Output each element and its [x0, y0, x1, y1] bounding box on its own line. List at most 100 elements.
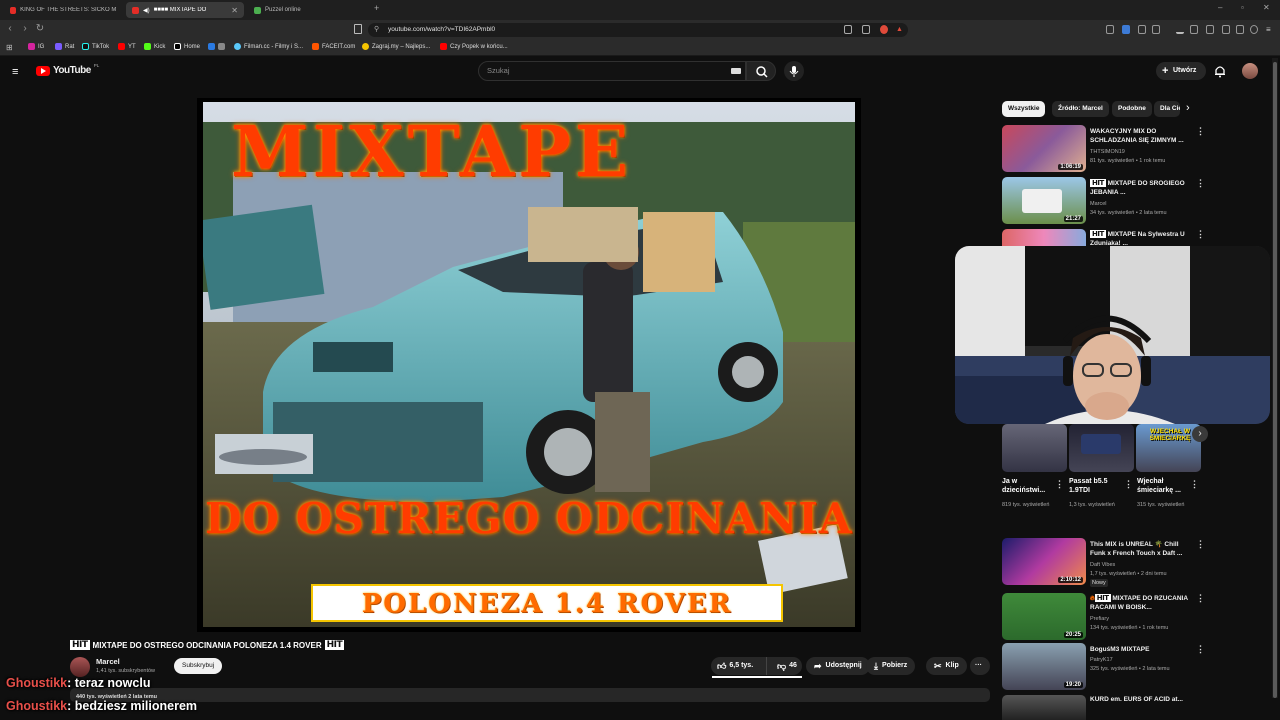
chip-all[interactable]: Wszystkie — [1002, 101, 1046, 117]
more-vert-icon[interactable]: ⋮ — [1196, 593, 1205, 604]
bookmark-icon[interactable] — [354, 24, 362, 34]
channel-name[interactable]: Marcel — [96, 657, 120, 666]
subscribe-button[interactable]: Subskrybuj — [174, 658, 223, 674]
channel-avatar[interactable] — [70, 657, 90, 677]
short-title[interactable]: Ja w dzieciństwi... — [1002, 477, 1054, 495]
shorts-next-button[interactable]: › — [1192, 426, 1208, 442]
notifications-bell-icon[interactable] — [1214, 64, 1226, 78]
address-bar[interactable]: ⚲ youtube.com/watch?v=TDI62APmbl0 — [368, 23, 908, 37]
short-title[interactable]: Wjechał śmieciarkę ... — [1137, 477, 1189, 495]
youtube-logo[interactable]: YouTube PL — [36, 63, 99, 76]
chevron-right-icon[interactable]: › — [1186, 102, 1190, 114]
browser-tab-active[interactable]: ◀) ■■■■ MIXTAPE DO ✕ — [126, 2, 244, 18]
download-button[interactable]: ⤓ Pobierz — [866, 657, 916, 675]
browser-tab[interactable]: KING OF THE STREETS: SICKO MODE — [4, 2, 122, 18]
more-vert-icon[interactable]: ⋮ — [1196, 644, 1205, 655]
share-icon[interactable] — [862, 25, 870, 34]
video-thumbnail[interactable]: 20:25 — [1002, 593, 1086, 640]
video-channel[interactable]: Prefiary — [1090, 615, 1190, 623]
video-frame[interactable]: MIXTAPE DO OSTREGO ODCINANIA POLONEZA 1.… — [203, 102, 855, 627]
extension-icon[interactable] — [1122, 25, 1130, 34]
bookmark-item[interactable]: Kick — [144, 43, 165, 50]
video-title-link[interactable]: This MIX is UNREAL 🌴 Chill Funk x French… — [1090, 540, 1188, 558]
clip-button[interactable]: ✂ Klip — [926, 657, 967, 675]
download-icon[interactable] — [1176, 25, 1184, 34]
chip-for-you[interactable]: Dla Ciebie — [1154, 101, 1180, 117]
leo-icon[interactable] — [1236, 25, 1244, 34]
bookmark-item[interactable]: IG — [28, 43, 44, 50]
scrollbar-thumb[interactable] — [1273, 62, 1277, 698]
chip-from-channel[interactable]: Źródło: Marcel — [1052, 101, 1109, 117]
wallet-icon[interactable] — [1222, 25, 1230, 34]
cast-icon[interactable] — [844, 25, 852, 34]
close-tab-icon[interactable]: ✕ — [231, 6, 238, 15]
video-channel[interactable]: Marcel — [1090, 200, 1190, 208]
site-info-icon[interactable]: ⚲ — [374, 23, 379, 37]
keyboard-icon[interactable] — [731, 68, 741, 74]
close-window-icon[interactable]: ✕ — [1263, 3, 1270, 12]
video-title-link[interactable]: 🔥︎ HIT MIXTAPE DO RZUCANIA RACAMI W BOISK… — [1090, 594, 1188, 612]
hamburger-menu-icon[interactable]: ≡ — [12, 66, 18, 78]
forward-icon[interactable]: › — [19, 23, 31, 34]
new-tab-icon[interactable]: + — [374, 3, 379, 13]
bookmark-item[interactable]: Czy Popek w końcu... — [440, 43, 508, 50]
back-icon[interactable]: ‹ — [4, 23, 16, 34]
bookmark-item[interactable]: FACEIT.com — [312, 43, 355, 50]
like-button[interactable]: 👍︎ 6,5 tys. — [711, 657, 767, 675]
voice-search-button[interactable] — [784, 61, 804, 81]
reload-icon[interactable]: ↻ — [34, 23, 46, 34]
video-thumbnail[interactable]: 19:20 — [1002, 643, 1086, 690]
bookmark-item[interactable]: Filman.cc - Filmy i S... — [234, 43, 303, 50]
more-vert-icon[interactable]: ⋮ — [1196, 539, 1205, 550]
short-thumbnail[interactable] — [1069, 424, 1134, 472]
apps-icon[interactable]: ⊞ — [6, 43, 13, 52]
video-channel[interactable]: PatryK17 — [1090, 656, 1190, 664]
video-channel[interactable]: THTSIMON19 — [1090, 148, 1190, 156]
video-thumbnail[interactable]: 2:10:12 — [1002, 538, 1086, 585]
more-vert-icon[interactable]: ⋮ — [1196, 126, 1205, 137]
more-vert-icon[interactable]: ⋮ — [1196, 178, 1205, 189]
extension-icon[interactable] — [1152, 25, 1160, 34]
search-input[interactable]: Szukaj — [478, 61, 746, 81]
chip-related[interactable]: Podobne — [1112, 101, 1152, 117]
video-title-link[interactable]: WAKACYJNY MIX DO SCHLADZANIA SIĘ ZIMNYM … — [1090, 127, 1188, 145]
video-thumbnail[interactable]: 21:27 — [1002, 177, 1086, 224]
extension-icon[interactable] — [1106, 25, 1114, 34]
bookmark-item[interactable] — [208, 43, 225, 50]
search-button[interactable] — [746, 61, 776, 81]
more-actions-button[interactable]: ··· — [970, 657, 990, 675]
maximize-icon[interactable]: ▫ — [1241, 3, 1244, 12]
menu-icon[interactable]: ≡ — [1266, 25, 1274, 34]
bookmark-item[interactable]: TikTok — [82, 43, 109, 50]
short-thumbnail[interactable] — [1002, 424, 1067, 472]
video-title-link[interactable]: KURD em. EURS OF ACID at... — [1090, 695, 1188, 701]
bookmark-item[interactable]: Home — [174, 43, 200, 50]
minimize-icon[interactable]: – — [1218, 3, 1222, 12]
video-title-link[interactable]: BoguśM3 MIXTAPE — [1090, 645, 1188, 654]
more-vert-icon[interactable]: ⋮ — [1055, 479, 1064, 490]
bookmark-item[interactable]: Zagraj.my – Najleps... — [362, 43, 430, 50]
video-thumbnail[interactable] — [1002, 229, 1086, 246]
bookmark-item[interactable]: Rat — [55, 43, 74, 50]
avatar[interactable] — [1242, 63, 1258, 79]
share-button[interactable]: ➦ Udostępnij — [806, 657, 870, 675]
video-title-link[interactable]: HIT MIXTAPE DO SROGIEGO JEBANIA ... — [1090, 179, 1188, 197]
media-icon[interactable] — [1190, 25, 1198, 34]
dislike-button[interactable]: 👎︎ 46 — [771, 657, 797, 675]
more-vert-icon[interactable]: ⋮ — [1190, 479, 1199, 490]
more-vert-icon[interactable]: ⋮ — [1124, 479, 1133, 490]
vpn-icon[interactable] — [1250, 25, 1258, 34]
description-box[interactable]: 440 tys. wyświetleń 2 lata temu — [70, 688, 990, 702]
video-thumbnail[interactable]: 1:06:19 — [1002, 125, 1086, 172]
short-title[interactable]: Passat b5.5 1.9TDI — [1069, 477, 1121, 495]
video-thumbnail[interactable] — [1002, 695, 1086, 720]
more-vert-icon[interactable]: ⋮ — [1196, 229, 1205, 240]
extension-icon[interactable] — [1138, 25, 1146, 34]
page-scrollbar[interactable] — [1272, 58, 1278, 698]
brave-shield-icon[interactable] — [880, 25, 888, 34]
browser-tab[interactable]: Puzzel online — [248, 2, 366, 18]
video-channel[interactable]: Daft Vibes — [1090, 561, 1190, 569]
create-button[interactable]: + Utwórz — [1156, 62, 1206, 80]
sidebar-icon[interactable] — [1206, 25, 1214, 34]
bookmark-item[interactable]: YT — [118, 43, 136, 50]
